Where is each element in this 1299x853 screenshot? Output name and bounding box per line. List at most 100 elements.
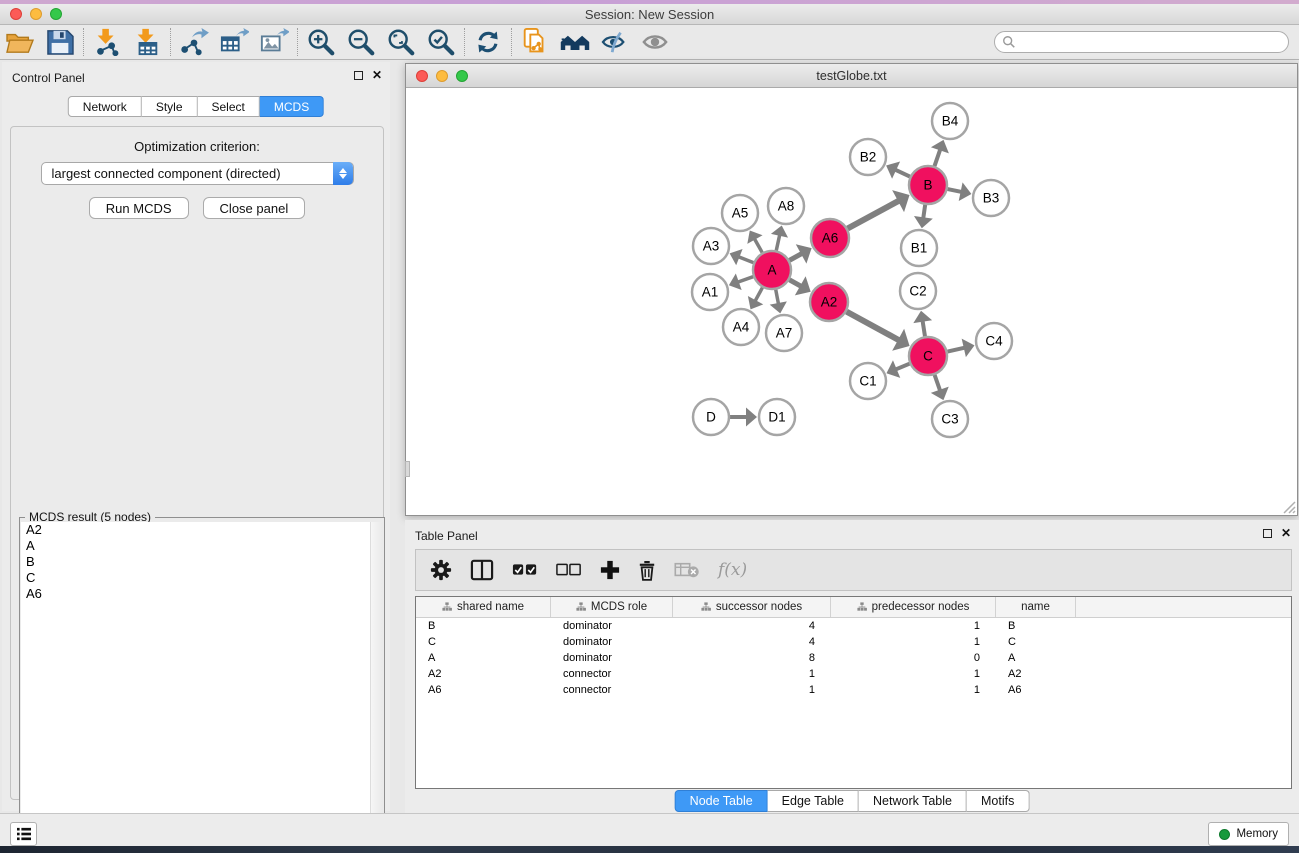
result-item[interactable]: C xyxy=(21,570,383,586)
cell-mcds_role[interactable]: dominator xyxy=(551,636,673,648)
export-table-button[interactable] xyxy=(214,26,254,58)
cell-shared_name[interactable]: A2 xyxy=(416,668,551,680)
float-panel-icon[interactable] xyxy=(1263,529,1272,538)
criterion-dropdown[interactable]: largest connected component (directed) xyxy=(41,162,354,185)
tab-style[interactable]: Style xyxy=(142,96,198,117)
column-header-shared-name[interactable]: shared name xyxy=(416,597,551,617)
column-header-MCDS-role[interactable]: MCDS role xyxy=(551,597,673,617)
edge-B-B2[interactable] xyxy=(895,170,910,177)
cell-shared_name[interactable]: C xyxy=(416,636,551,648)
tab-edge-table[interactable]: Edge Table xyxy=(768,790,859,812)
close-panel-icon[interactable]: ✕ xyxy=(372,70,382,80)
edge-C-C4[interactable] xyxy=(948,348,965,352)
column-header-successor-nodes[interactable]: successor nodes xyxy=(673,597,831,617)
first-neighbors-button[interactable] xyxy=(555,26,595,58)
cell-mcds_role[interactable]: dominator xyxy=(551,620,673,632)
result-scrollbar[interactable] xyxy=(370,522,383,853)
cell-successors[interactable]: 8 xyxy=(673,652,831,664)
tab-network-table[interactable]: Network Table xyxy=(859,790,967,812)
cell-successors[interactable]: 4 xyxy=(673,636,831,648)
show-columns-button[interactable] xyxy=(470,559,494,581)
splitter-grip[interactable] xyxy=(405,461,410,477)
open-session-button[interactable] xyxy=(0,26,40,58)
memory-button[interactable]: Memory xyxy=(1208,822,1289,846)
create-column-button[interactable] xyxy=(600,560,620,580)
delete-column-button[interactable] xyxy=(638,559,656,581)
table-row[interactable]: A2connector11A2 xyxy=(416,666,1291,682)
show-all-button[interactable] xyxy=(635,26,675,58)
cell-shared_name[interactable]: A xyxy=(416,652,551,664)
hide-selected-button[interactable] xyxy=(595,26,635,58)
edge-C-C3[interactable] xyxy=(935,375,941,391)
tab-mcds[interactable]: MCDS xyxy=(260,96,324,117)
result-item[interactable]: A6 xyxy=(21,586,383,602)
deselect-all-button[interactable] xyxy=(556,563,582,577)
save-session-button[interactable] xyxy=(40,26,80,58)
edge-C-C2[interactable] xyxy=(923,321,925,337)
mcds-result-list[interactable]: A2ABCA6 xyxy=(21,522,383,853)
cell-predecessors[interactable]: 0 xyxy=(831,652,996,664)
edge-A-A5[interactable] xyxy=(754,239,762,253)
export-image-button[interactable] xyxy=(254,26,294,58)
edge-A-A3[interactable] xyxy=(738,257,753,263)
edge-A2-C[interactable] xyxy=(847,312,899,341)
cell-mcds_role[interactable]: dominator xyxy=(551,652,673,664)
cell-mcds_role[interactable]: connector xyxy=(551,684,673,696)
close-panel-button[interactable]: Close panel xyxy=(203,197,306,219)
cell-successors[interactable]: 4 xyxy=(673,620,831,632)
edge-A-A7[interactable] xyxy=(776,290,779,304)
table-settings-button[interactable] xyxy=(430,559,452,581)
table-row[interactable]: A6connector11A6 xyxy=(416,682,1291,698)
search-field[interactable] xyxy=(994,31,1289,53)
task-history-button[interactable] xyxy=(10,822,37,846)
edge-B-B3[interactable] xyxy=(948,189,962,192)
export-network-button[interactable] xyxy=(174,26,214,58)
result-item[interactable]: A2 xyxy=(21,522,383,538)
network-graph[interactable]: B4B2BB3A8A5A6A3B1AC2A1A2A4A7C4CC1DC3D1 xyxy=(406,88,1297,515)
cell-successors[interactable]: 1 xyxy=(673,668,831,680)
cell-predecessors[interactable]: 1 xyxy=(831,620,996,632)
tab-network[interactable]: Network xyxy=(68,96,142,117)
network-close-button[interactable] xyxy=(416,70,428,82)
edge-A-A2[interactable] xyxy=(789,280,801,287)
close-window-button[interactable] xyxy=(10,8,22,20)
tab-select[interactable]: Select xyxy=(198,96,260,117)
zoom-in-button[interactable] xyxy=(301,26,341,58)
new-network-from-selection-button[interactable] xyxy=(515,26,555,58)
table-row[interactable]: Cdominator41C xyxy=(416,634,1291,650)
edge-A-A1[interactable] xyxy=(738,277,753,282)
cell-name[interactable]: A2 xyxy=(996,668,1076,680)
cell-name[interactable]: A xyxy=(996,652,1076,664)
column-header-name[interactable]: name xyxy=(996,597,1076,617)
edge-A-A6[interactable] xyxy=(790,253,802,260)
cell-shared_name[interactable]: B xyxy=(416,620,551,632)
float-panel-icon[interactable] xyxy=(354,71,363,80)
zoom-out-button[interactable] xyxy=(341,26,381,58)
tab-node-table[interactable]: Node Table xyxy=(675,790,768,812)
table-row[interactable]: Adominator80A xyxy=(416,650,1291,666)
close-panel-icon[interactable]: ✕ xyxy=(1281,528,1291,538)
cell-predecessors[interactable]: 1 xyxy=(831,636,996,648)
cell-name[interactable]: B xyxy=(996,620,1076,632)
zoom-window-button[interactable] xyxy=(50,8,62,20)
minimize-window-button[interactable] xyxy=(30,8,42,20)
resize-grip-icon[interactable] xyxy=(1280,498,1296,514)
edge-A-A8[interactable] xyxy=(776,235,779,251)
column-header-predecessor-nodes[interactable]: predecessor nodes xyxy=(831,597,996,617)
cell-mcds_role[interactable]: connector xyxy=(551,668,673,680)
network-window-titlebar[interactable]: testGlobe.txt xyxy=(406,64,1297,88)
node-table[interactable]: shared nameMCDS rolesuccessor nodesprede… xyxy=(415,596,1292,789)
cell-predecessors[interactable]: 1 xyxy=(831,668,996,680)
cell-name[interactable]: A6 xyxy=(996,684,1076,696)
table-row[interactable]: Bdominator41B xyxy=(416,618,1291,634)
run-mcds-button[interactable]: Run MCDS xyxy=(89,197,189,219)
network-canvas[interactable]: B4B2BB3A8A5A6A3B1AC2A1A2A4A7C4CC1DC3D1 xyxy=(406,88,1297,515)
cell-successors[interactable]: 1 xyxy=(673,684,831,696)
zoom-selected-button[interactable] xyxy=(421,26,461,58)
select-all-button[interactable] xyxy=(512,563,538,577)
zoom-fit-button[interactable] xyxy=(381,26,421,58)
network-zoom-button[interactable] xyxy=(456,70,468,82)
tab-motifs[interactable]: Motifs xyxy=(967,790,1029,812)
edge-A-A4[interactable] xyxy=(755,288,762,302)
import-network-button[interactable] xyxy=(87,26,127,58)
